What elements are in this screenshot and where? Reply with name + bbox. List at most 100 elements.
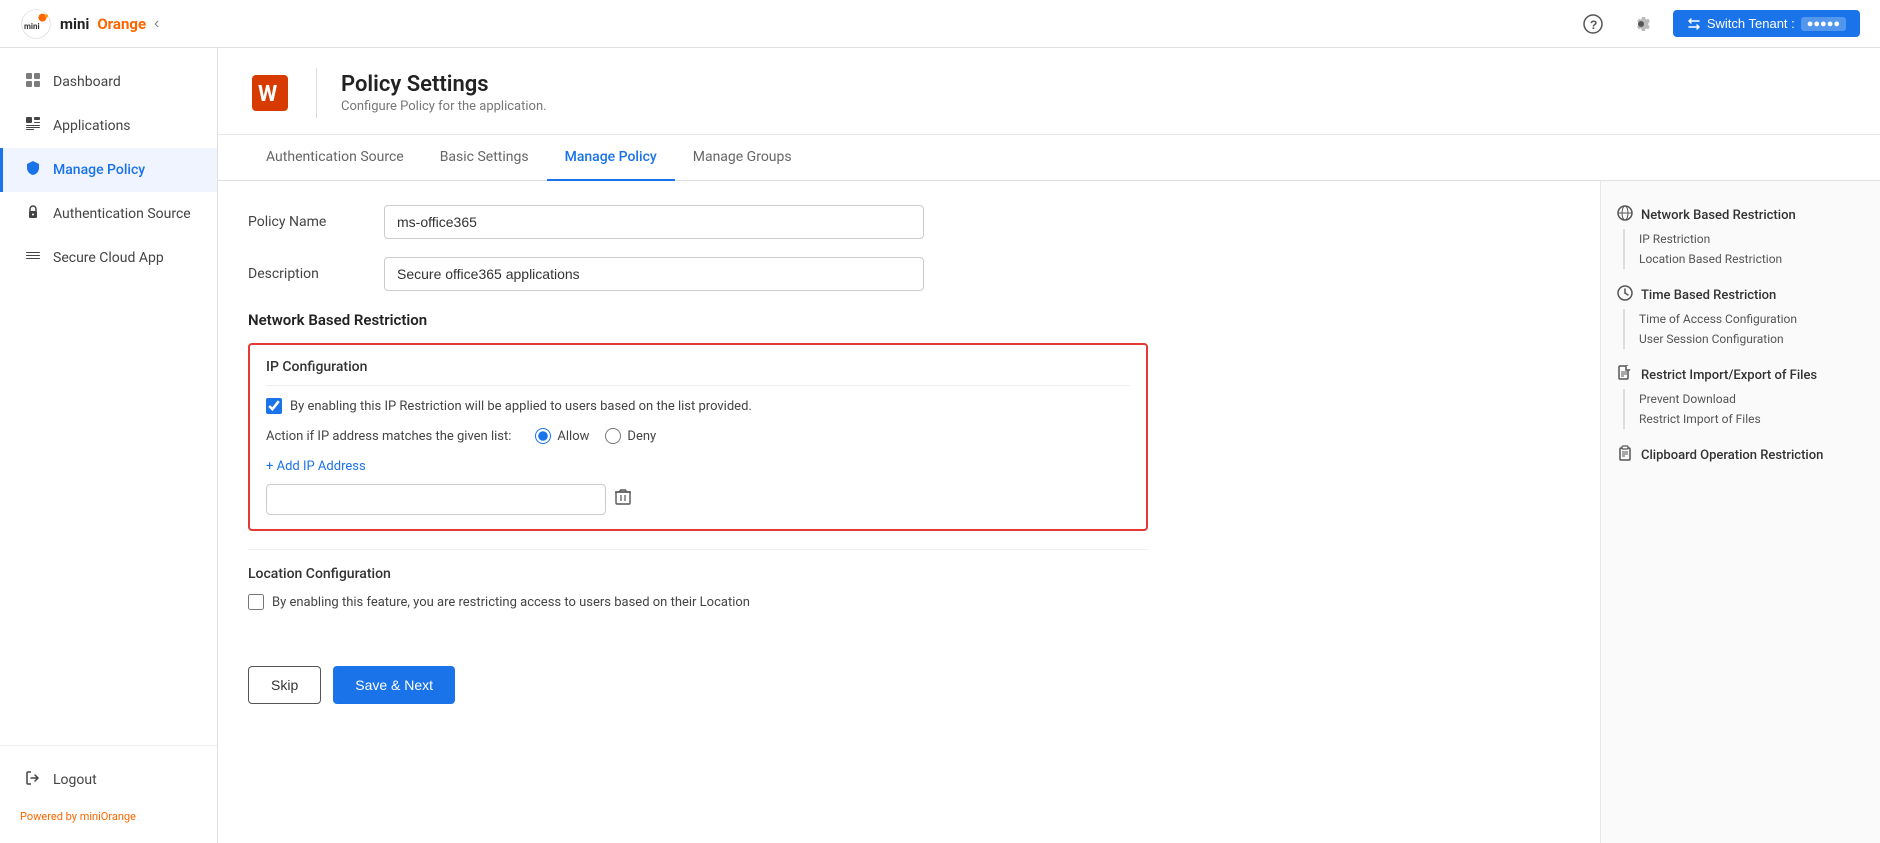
tab-basic-settings[interactable]: Basic Settings: [422, 135, 547, 181]
switch-icon: [1687, 17, 1701, 31]
tab-manage-policy[interactable]: Manage Policy: [547, 135, 675, 181]
ip-input-row: [266, 484, 1130, 515]
toc-network-icon: [1617, 205, 1633, 225]
sidebar-item-secure-cloud-app-label: Secure Cloud App: [53, 250, 164, 266]
logo-orange: Orange: [97, 15, 146, 33]
ip-restriction-checkbox[interactable]: [266, 398, 282, 414]
sidebar-item-applications-label: Applications: [53, 118, 131, 134]
app-logo: W: [248, 71, 292, 115]
sidebar-item-dashboard-label: Dashboard: [53, 74, 121, 90]
sidebar-bottom: Logout Powered by miniOrange: [0, 745, 217, 843]
ip-allow-option[interactable]: Allow: [535, 428, 589, 444]
toc-clipboard-title: Clipboard Operation Restriction: [1617, 441, 1864, 469]
toc-prevent-download[interactable]: Prevent Download: [1623, 389, 1864, 409]
tenant-name: ●●●●●: [1801, 17, 1846, 31]
skip-button[interactable]: Skip: [248, 666, 321, 704]
applications-icon: [23, 116, 43, 136]
sidebar-item-manage-policy[interactable]: Manage Policy: [0, 148, 217, 192]
form-main: Policy Name Description Network Based Re…: [218, 181, 1600, 843]
sidebar-item-logout[interactable]: Logout: [0, 758, 217, 802]
toc-import-export-label: Restrict Import/Export of Files: [1641, 368, 1817, 383]
top-header: mini mini Orange ‹ ? Switch Tenant : ●●●●…: [0, 0, 1880, 48]
toc-ip-restriction[interactable]: IP Restriction: [1623, 229, 1864, 249]
sidebar-item-secure-cloud-app[interactable]: Secure Cloud App: [0, 236, 217, 280]
policy-name-input[interactable]: [384, 205, 924, 239]
ip-configuration-box: IP Configuration By enabling this IP Res…: [248, 343, 1148, 531]
policy-name-row: Policy Name: [248, 205, 1570, 239]
svg-text:mini: mini: [24, 21, 40, 30]
toc-section-clipboard: Clipboard Operation Restriction: [1617, 441, 1864, 469]
ip-checkbox-label: By enabling this IP Restriction will be …: [290, 399, 752, 414]
powered-by: Powered by miniOrange: [0, 802, 217, 831]
main-layout: Dashboard Applications: [0, 48, 1880, 843]
location-checkbox-row: By enabling this feature, you are restri…: [248, 594, 1148, 610]
switch-tenant-button[interactable]: Switch Tenant : ●●●●●: [1673, 10, 1860, 37]
location-checkbox-label: By enabling this feature, you are restri…: [272, 595, 750, 610]
toc-file-icon: [1617, 365, 1633, 385]
toc-restrict-import[interactable]: Restrict Import of Files: [1623, 409, 1864, 429]
toc-time-access[interactable]: Time of Access Configuration: [1623, 309, 1864, 329]
toc-location-restriction[interactable]: Location Based Restriction: [1623, 249, 1864, 269]
ip-deny-label: Deny: [627, 429, 656, 444]
content-area: W Policy Settings Configure Policy for t…: [218, 48, 1880, 843]
logo-area: mini mini Orange ‹: [20, 8, 159, 40]
settings-button[interactable]: [1625, 8, 1657, 40]
form-content: Policy Name Description Network Based Re…: [218, 181, 1880, 843]
tabs-bar: Authentication Source Basic Settings Man…: [218, 135, 1880, 181]
logout-icon: [23, 770, 43, 790]
policy-name-label: Policy Name: [248, 214, 368, 230]
app-subtitle: Configure Policy for the application.: [341, 99, 547, 114]
logo-mini: mini: [60, 15, 89, 33]
toc-section-import-export: Restrict Import/Export of Files Prevent …: [1617, 361, 1864, 429]
help-button[interactable]: ?: [1577, 8, 1609, 40]
ip-deny-radio[interactable]: [605, 428, 621, 444]
switch-tenant-label: Switch Tenant :: [1707, 16, 1795, 31]
manage-policy-icon: [23, 160, 43, 180]
description-label: Description: [248, 266, 368, 282]
toc-clipboard-icon: [1617, 445, 1633, 465]
authentication-source-icon: [23, 204, 43, 224]
toc-clipboard-label: Clipboard Operation Restriction: [1641, 448, 1823, 463]
gear-icon: [1631, 14, 1651, 34]
ip-checkbox-row: By enabling this IP Restriction will be …: [266, 398, 1130, 414]
toc-user-session[interactable]: User Session Configuration: [1623, 329, 1864, 349]
delete-ip-button[interactable]: [614, 488, 632, 511]
location-restriction-checkbox[interactable]: [248, 594, 264, 610]
location-config-title: Location Configuration: [248, 566, 1148, 582]
app-title: Policy Settings: [341, 72, 547, 97]
sidebar-toggle-button[interactable]: ‹: [154, 15, 159, 33]
ip-allow-radio[interactable]: [535, 428, 551, 444]
toc-network-label: Network Based Restriction: [1641, 208, 1796, 223]
location-configuration: Location Configuration By enabling this …: [248, 549, 1148, 610]
sidebar-item-authentication-source-label: Authentication Source: [53, 206, 191, 222]
ip-address-input[interactable]: [266, 484, 606, 515]
app-divider: [316, 68, 317, 118]
secure-cloud-app-icon: [23, 248, 43, 268]
description-row: Description: [248, 257, 1570, 291]
toc-sidebar: Network Based Restriction IP Restriction…: [1600, 181, 1880, 843]
ip-deny-option[interactable]: Deny: [605, 428, 656, 444]
sidebar-item-authentication-source[interactable]: Authentication Source: [0, 192, 217, 236]
tab-authentication-source[interactable]: Authentication Source: [248, 135, 422, 181]
toc-time-icon: [1617, 285, 1633, 305]
miniorange-logo-icon: mini: [20, 8, 52, 40]
trash-icon: [614, 488, 632, 506]
toc-section-time: Time Based Restriction Time of Access Co…: [1617, 281, 1864, 349]
svg-text:?: ?: [1590, 18, 1597, 32]
app-title-area: Policy Settings Configure Policy for the…: [341, 72, 547, 114]
toc-import-export-title: Restrict Import/Export of Files: [1617, 361, 1864, 389]
svg-text:W: W: [258, 82, 277, 107]
header-right: ? Switch Tenant : ●●●●●: [1577, 8, 1860, 40]
description-input[interactable]: [384, 257, 924, 291]
sidebar-item-dashboard[interactable]: Dashboard: [0, 60, 217, 104]
save-next-button[interactable]: Save & Next: [333, 666, 455, 704]
ip-allow-label: Allow: [557, 429, 589, 444]
sidebar-item-applications[interactable]: Applications: [0, 104, 217, 148]
sidebar-item-logout-label: Logout: [53, 772, 97, 788]
toc-network-title: Network Based Restriction: [1617, 201, 1864, 229]
network-restriction-title: Network Based Restriction: [248, 311, 1570, 329]
toc-time-label: Time Based Restriction: [1641, 288, 1776, 303]
sidebar-nav: Dashboard Applications: [0, 48, 217, 745]
tab-manage-groups[interactable]: Manage Groups: [675, 135, 810, 181]
add-ip-address-link[interactable]: + Add IP Address: [266, 459, 366, 474]
